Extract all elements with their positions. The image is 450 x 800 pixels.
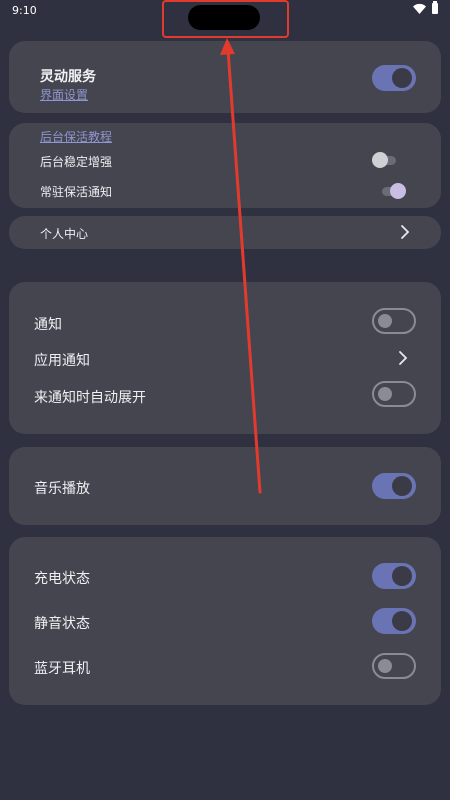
keepalive-tutorial-link[interactable]: 后台保活教程 bbox=[40, 128, 112, 145]
status-item-label: 蓝牙耳机 bbox=[34, 661, 90, 677]
toggle-knob bbox=[378, 314, 392, 328]
chevron-right-icon bbox=[401, 225, 410, 239]
status-time: 9:10 bbox=[12, 4, 37, 17]
status-item-label: 充电状态 bbox=[34, 571, 90, 587]
service-toggle[interactable] bbox=[372, 65, 416, 91]
toggle-knob bbox=[392, 68, 412, 88]
mute-toggle[interactable] bbox=[372, 608, 416, 634]
auto-expand-toggle[interactable] bbox=[372, 381, 416, 407]
keepalive-item-label: 常驻保活通知 bbox=[40, 185, 113, 199]
notify-item-label: 来通知时自动展开 bbox=[34, 390, 146, 406]
keepalive-item-label: 后台稳定增强 bbox=[40, 155, 113, 169]
music-label: 音乐播放 bbox=[34, 481, 90, 497]
status-card: 充电状态 静音状态 蓝牙耳机 bbox=[9, 537, 441, 705]
ui-settings-link[interactable]: 界面设置 bbox=[40, 86, 88, 103]
toggle-knob bbox=[392, 566, 412, 586]
keepalive-card: 后台保活教程 后台稳定增强 常驻保活通知 bbox=[9, 123, 441, 208]
notify-toggle[interactable] bbox=[372, 308, 416, 334]
bluetooth-toggle[interactable] bbox=[372, 653, 416, 679]
status-icons bbox=[413, 1, 438, 14]
notify-card: 通知 应用通知 来通知时自动展开 bbox=[9, 282, 441, 434]
service-card: 灵动服务 界面设置 bbox=[9, 41, 441, 113]
music-card: 音乐播放 bbox=[9, 447, 441, 525]
charging-toggle[interactable] bbox=[372, 563, 416, 589]
chevron-right-icon[interactable] bbox=[398, 350, 408, 366]
toggle-knob bbox=[372, 152, 388, 168]
profile-row[interactable]: 个人中心 bbox=[9, 216, 441, 249]
service-title: 灵动服务 bbox=[40, 69, 96, 85]
notify-item-label: 通知 bbox=[34, 317, 62, 333]
notify-item-label[interactable]: 应用通知 bbox=[34, 350, 90, 370]
battery-icon bbox=[432, 1, 438, 14]
toggle-knob bbox=[378, 387, 392, 401]
toggle-knob bbox=[392, 611, 412, 631]
toggle-knob bbox=[390, 183, 406, 199]
status-item-label: 静音状态 bbox=[34, 616, 90, 632]
wifi-icon bbox=[413, 3, 426, 14]
music-toggle[interactable] bbox=[372, 473, 416, 499]
highlight-box bbox=[162, 0, 289, 38]
keepalive-notify-toggle[interactable] bbox=[378, 182, 406, 200]
profile-label: 个人中心 bbox=[40, 227, 89, 241]
background-enhance-toggle[interactable] bbox=[372, 151, 400, 169]
toggle-knob bbox=[378, 659, 392, 673]
toggle-knob bbox=[392, 476, 412, 496]
